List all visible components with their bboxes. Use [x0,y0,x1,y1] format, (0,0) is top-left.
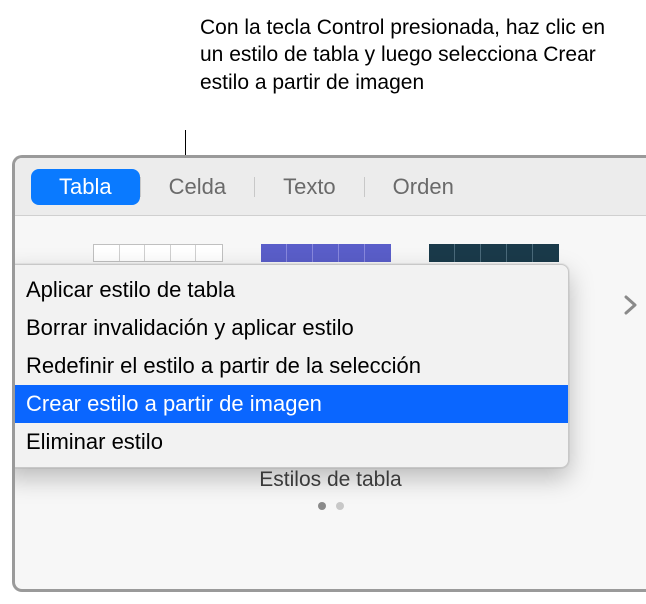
tab-celda[interactable]: Celda [141,169,254,205]
chevron-right-icon[interactable] [624,290,638,322]
menu-item-clear-override[interactable]: Borrar invalidación y aplicar estilo [12,309,568,347]
tab-bar: Tabla Celda Texto Orden [15,158,646,216]
tab-texto[interactable]: Texto [255,169,364,205]
menu-item-delete-style[interactable]: Eliminar estilo [12,423,568,461]
inspector-panel: Tabla Celda Texto Orden [12,155,646,592]
tab-tabla[interactable]: Tabla [31,169,140,205]
page-indicator [15,502,646,510]
table-style-thumbnail-3[interactable] [429,244,559,262]
page-dot-2[interactable] [336,502,344,510]
style-thumbnail-row [35,244,626,262]
context-menu: Aplicar estilo de tabla Borrar invalidac… [12,264,569,468]
callout-text: Con la tecla Control presionada, haz cli… [200,14,620,96]
table-style-thumbnail-2[interactable] [261,244,391,262]
styles-section-label: Estilos de tabla [15,468,646,492]
menu-item-redefine-style[interactable]: Redefinir el estilo a partir de la selec… [12,347,568,385]
table-style-thumbnail-1[interactable] [93,244,223,262]
page-dot-1[interactable] [318,502,326,510]
tab-orden[interactable]: Orden [365,169,482,205]
table-styles-area: Aplicar estilo de tabla Borrar invalidac… [15,216,646,272]
menu-item-create-style-from-image[interactable]: Crear estilo a partir de imagen [12,385,568,423]
menu-item-apply-style[interactable]: Aplicar estilo de tabla [12,271,568,309]
